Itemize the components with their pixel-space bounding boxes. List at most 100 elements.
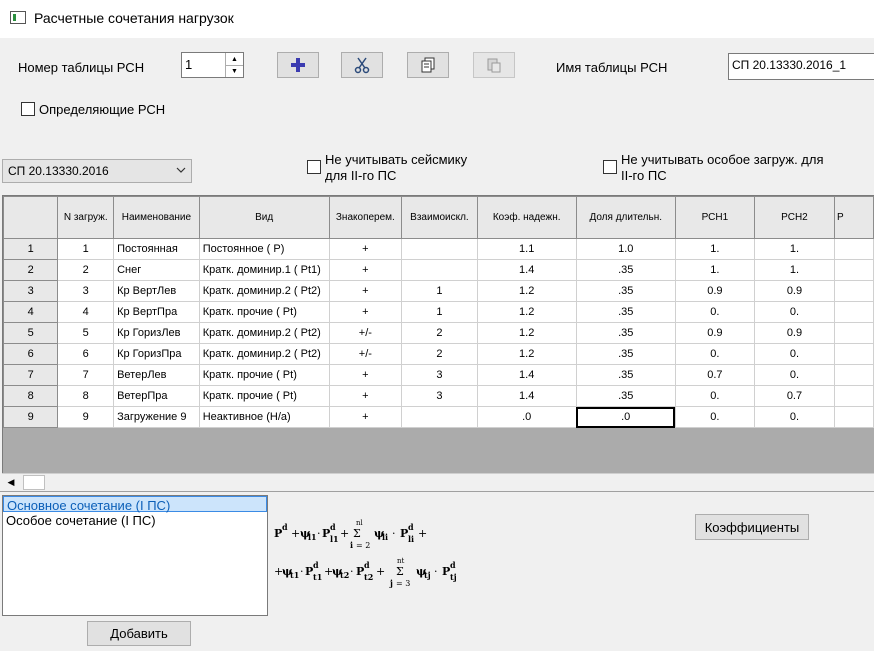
grid-cell-extra[interactable] [834,280,874,302]
paste-table-button[interactable] [473,52,515,78]
grid-cell-n[interactable]: 7 [57,364,115,386]
spin-down-icon[interactable]: ▼ [226,65,243,77]
table-row[interactable]: 8 8 ВетерПра Кратк. прочие ( Pt) +3 1.4.35 0. 0… [3,385,874,407]
grid-cell-excl[interactable]: 2 [401,322,478,344]
col-header[interactable]: Знакоперем. [328,196,403,239]
list-item[interactable]: Особое сочетание (I ПС) [3,512,267,528]
grid-cell-extra[interactable] [834,322,874,344]
cut-table-button[interactable] [341,52,383,78]
grid-cell-excl[interactable] [401,406,478,428]
grid-cell-r1[interactable]: 1. [675,259,755,281]
grid-cell-r2[interactable]: 0.9 [754,280,836,302]
grid-cell-n[interactable]: 5 [57,322,115,344]
row-header[interactable]: 2 [3,259,59,281]
grid-cell-sign[interactable]: +/- [329,322,403,344]
grid-cell-n[interactable]: 1 [57,238,115,260]
grid-cell-r2[interactable]: 0.9 [754,322,836,344]
grid-cell-extra[interactable] [834,364,874,386]
grid-cell-sign[interactable]: + [329,280,403,302]
grid-cell-name[interactable]: Кр ГоризПра [113,343,200,365]
grid-cell-sign[interactable]: + [329,385,403,407]
grid-cell-name[interactable]: ВетерЛев [113,364,200,386]
grid-cell-extra[interactable] [834,385,874,407]
col-header[interactable]: Доля длительн. [575,196,676,239]
grid-cell-extra[interactable] [834,259,874,281]
grid-cell-dur[interactable]: .35 [576,301,676,323]
grid-cell-r2[interactable]: 0. [754,343,836,365]
table-row[interactable]: 5 5 Кр ГоризЛев Кратк. доминир.2 ( Pt2) +/- 2… [3,322,874,344]
grid-cell-n[interactable]: 4 [57,301,115,323]
grid-cell-name[interactable]: Кр ГоризЛев [113,322,200,344]
grid-cell-n[interactable]: 3 [57,280,115,302]
grid-cell-r1[interactable]: 0. [675,385,755,407]
table-row[interactable]: 7 7 ВетерЛев Кратк. прочие ( Pt) +3 1.4.35 0.7… [3,364,874,386]
add-table-button[interactable] [277,52,319,78]
grid-cell-excl[interactable]: 3 [401,364,478,386]
grid-cell-r2[interactable]: 0. [754,364,836,386]
grid-cell-dur[interactable]: .35 [576,343,676,365]
grid-cell-coef[interactable]: 1.4 [477,259,577,281]
grid-cell-r2[interactable]: 1. [754,238,836,260]
grid-cell-excl[interactable]: 3 [401,385,478,407]
grid-cell-sign[interactable]: +/- [329,343,403,365]
grid-cell-r1[interactable]: 0.9 [675,322,755,344]
grid-cell-dur[interactable]: .35 [576,280,676,302]
grid-cell-name[interactable]: Загружение 9 [113,406,200,428]
ignore-seismic-checkbox[interactable] [307,160,321,174]
scroll-thumb[interactable] [23,475,45,490]
grid-cell-r1[interactable]: 0. [675,343,755,365]
grid-cell-r1[interactable]: 0. [675,301,755,323]
row-header[interactable]: 6 [3,343,59,365]
grid-cell-kind[interactable]: Неактивное (Н/а) [199,406,330,428]
table-row[interactable]: 1 1 Постоянная Постоянное ( P) +1.1 1.0 1. 1. [3,238,874,260]
scroll-left-icon[interactable]: ◀ [2,474,20,491]
table-row[interactable]: 9 9 Загружение 9 Неактивное (Н/а) + .0.0 0. 0. [3,406,874,428]
grid-cell-excl[interactable]: 1 [401,280,478,302]
grid-cell-r1[interactable]: 1. [675,238,755,260]
table-row[interactable]: 6 6 Кр ГоризПра Кратк. доминир.2 ( Pt2) +/- 2… [3,343,874,365]
ignore-special-checkbox[interactable] [603,160,617,174]
grid-cell-kind[interactable]: Кратк. доминир.2 ( Pt2) [199,280,330,302]
grid-cell-kind[interactable]: Кратк. прочие ( Pt) [199,385,330,407]
col-header[interactable]: Р [834,196,874,239]
grid-cell-coef[interactable]: 1.1 [477,238,577,260]
horizontal-scrollbar[interactable]: ◀ [2,473,874,491]
coefficients-button[interactable]: Коэффициенты [695,514,809,540]
col-header[interactable]: Коэф. надежн. [476,196,577,239]
table-row[interactable]: 2 2 Снег Кратк. доминир.1 ( Pt1) +1.4.35 1. 1. [3,259,874,281]
grid-cell-kind[interactable]: Кратк. доминир.2 ( Pt2) [199,322,330,344]
table-number-spinner[interactable]: 1 ▲ ▼ [181,52,244,78]
grid-cell-extra[interactable] [834,238,874,260]
grid-cell-n[interactable]: 8 [57,385,115,407]
grid-cell-n[interactable]: 6 [57,343,115,365]
grid-cell-extra[interactable] [834,301,874,323]
grid-cell-extra[interactable] [834,343,874,365]
grid-cell-dur[interactable]: .35 [576,259,676,281]
col-header[interactable]: N загруж. [57,196,115,239]
add-button[interactable]: Добавить [87,621,191,646]
grid-cell-excl[interactable] [401,238,478,260]
grid-cell-coef[interactable]: 1.4 [477,385,577,407]
grid-cell-name[interactable]: ВетерПра [113,385,200,407]
grid-cell-dur[interactable]: .35 [576,364,676,386]
copy-table-button[interactable] [407,52,449,78]
grid-cell-r1[interactable]: 0.7 [675,364,755,386]
grid-corner-cell[interactable] [3,196,59,239]
grid-cell-sign[interactable]: + [329,364,403,386]
grid-cell-excl[interactable]: 2 [401,343,478,365]
grid-cell-kind[interactable]: Кратк. прочие ( Pt) [199,364,330,386]
table-row[interactable]: 3 3 Кр ВертЛев Кратк. доминир.2 ( Pt2) +1 1.2… [3,280,874,302]
row-header[interactable]: 1 [3,238,59,260]
grid-cell-kind[interactable]: Кратк. прочие ( Pt) [199,301,330,323]
list-item[interactable]: Основное сочетание (I ПС) [3,496,267,513]
row-header[interactable]: 7 [3,364,59,386]
grid-cell-kind[interactable]: Кратк. доминир.2 ( Pt2) [199,343,330,365]
row-header[interactable]: 3 [3,280,59,302]
spin-up-icon[interactable]: ▲ [226,53,243,65]
grid-cell-sign[interactable]: + [329,259,403,281]
grid-cell-excl[interactable] [401,259,478,281]
grid-cell-n[interactable]: 2 [57,259,115,281]
grid-cell-kind[interactable]: Постоянное ( P) [199,238,330,260]
grid-cell-r2[interactable]: 0. [754,406,836,428]
table-name-input[interactable]: СП 20.13330.2016_1 [728,53,874,80]
